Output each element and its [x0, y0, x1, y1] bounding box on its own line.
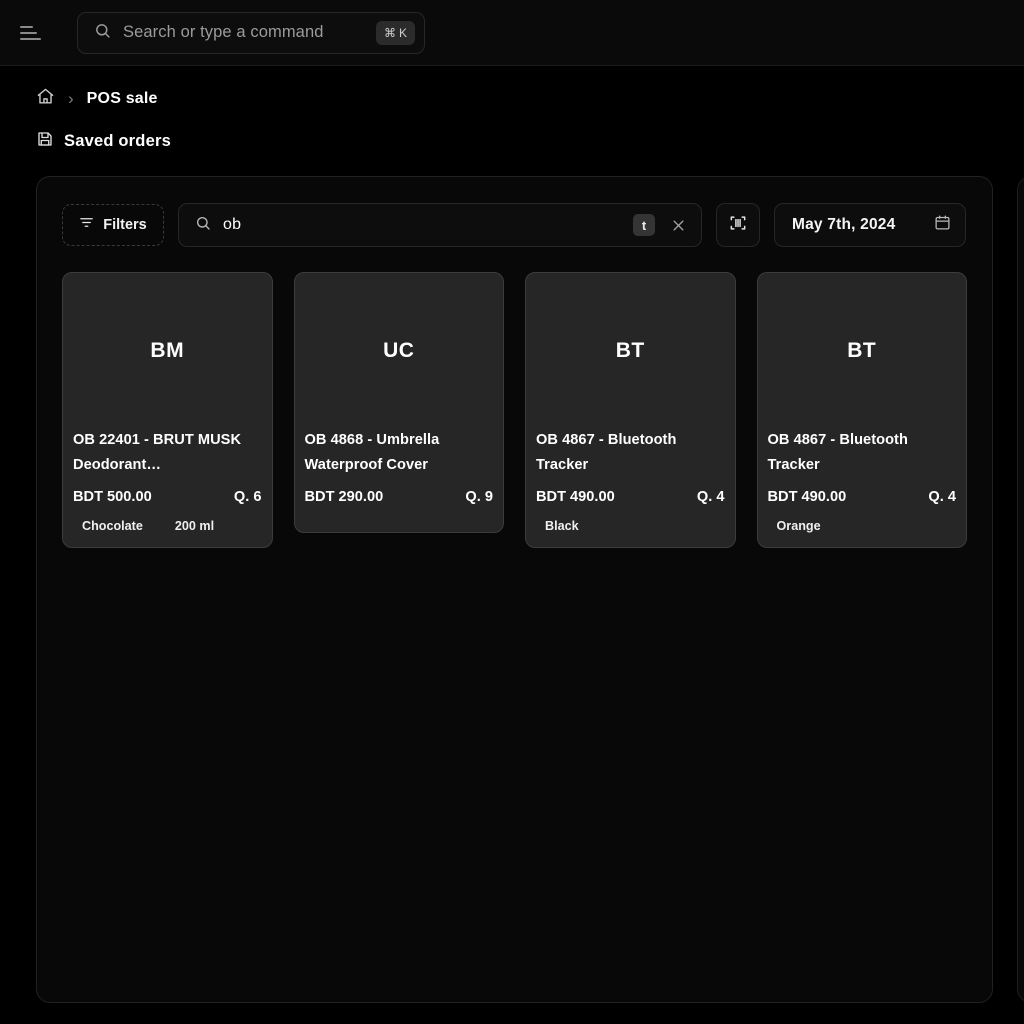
panel-toolbar: Filters ob t May 7th, 2024 — [62, 203, 967, 247]
card-body: OB 22401 - BRUT MUSK Deodorant… BDT 500.… — [63, 428, 272, 505]
page-title-label: Saved orders — [64, 131, 171, 150]
card-product-name: OB 4867 - Bluetooth Tracker — [767, 432, 908, 474]
command-key-letter: K — [398, 25, 407, 40]
search-icon — [94, 22, 111, 44]
date-picker[interactable]: May 7th, 2024 — [774, 203, 966, 247]
card-initials: BT — [615, 338, 645, 362]
card-body: OB 4867 - Bluetooth Tracker BDT 490.00 Q… — [758, 428, 967, 505]
hamburger-line-3 — [20, 37, 41, 40]
top-bar: Search or type a command ⌘ K — [0, 0, 1024, 66]
home-icon[interactable] — [36, 87, 55, 111]
card-meta: BDT 290.00 Q. 9 — [305, 489, 494, 505]
card-variants: Orange — [758, 505, 967, 547]
saved-orders-panel: Filters ob t May 7th, 2024 BM OB 22401 -… — [36, 176, 993, 1003]
card-variant: Orange — [776, 519, 821, 534]
saved-order-card[interactable]: BM OB 22401 - BRUT MUSK Deodorant… BDT 5… — [62, 272, 273, 549]
card-body: OB 4868 - Umbrella Waterproof Cover BDT … — [295, 428, 504, 505]
command-key-symbol: ⌘ — [383, 25, 396, 40]
card-initials: UC — [383, 338, 415, 362]
saved-order-card[interactable]: BT OB 4867 - Bluetooth Tracker BDT 490.0… — [525, 272, 736, 549]
card-quantity: Q. 4 — [928, 489, 956, 506]
card-price: BDT 500.00 — [73, 489, 152, 506]
card-variant: 200 ml — [174, 519, 215, 534]
card-price: BDT 490.00 — [767, 489, 847, 506]
command-search-input[interactable]: Search or type a command ⌘ K — [77, 11, 425, 54]
filter-icon — [79, 215, 94, 235]
filters-button[interactable]: Filters — [62, 204, 164, 246]
card-initials: BM — [150, 338, 185, 362]
command-shortcut-badge: ⌘ K — [375, 20, 415, 45]
barcode-scanner-icon — [728, 213, 748, 238]
date-picker-value: May 7th, 2024 — [792, 216, 896, 233]
card-variants: Chocolate 200 ml — [63, 505, 272, 547]
close-icon[interactable] — [667, 214, 689, 236]
card-variant: Chocolate — [82, 519, 143, 534]
card-quantity: Q. 6 — [233, 489, 262, 506]
filters-button-label: Filters — [103, 217, 147, 233]
hamburger-line-2 — [20, 31, 37, 34]
hamburger-icon[interactable] — [20, 17, 52, 49]
product-search-value: ob — [223, 216, 242, 233]
card-price: BDT 290.00 — [304, 489, 384, 506]
card-meta: BDT 490.00 Q. 4 — [536, 489, 725, 505]
card-initials: BT — [847, 338, 877, 362]
card-meta: BDT 500.00 Q. 6 — [73, 489, 262, 505]
card-variants — [295, 505, 504, 521]
secondary-panel — [1017, 176, 1024, 1003]
breadcrumb: › POS sale — [0, 66, 1024, 110]
page-title: Saved orders — [0, 128, 1024, 154]
hamburger-line-1 — [20, 25, 33, 28]
breadcrumb-separator: › — [68, 89, 74, 108]
card-variant: Black — [545, 519, 579, 534]
breadcrumb-current: POS sale — [86, 90, 158, 107]
card-bottom-spacer — [295, 521, 504, 532]
card-product-name: OB 4867 - Bluetooth Tracker — [536, 432, 677, 474]
card-price: BDT 490.00 — [536, 489, 615, 506]
card-product-name: OB 22401 - BRUT MUSK Deodorant… — [73, 432, 242, 474]
card-meta: BDT 490.00 Q. 4 — [768, 489, 957, 505]
search-shortcut-badge[interactable]: t — [633, 214, 655, 236]
saved-order-card[interactable]: UC OB 4868 - Umbrella Waterproof Cover B… — [293, 272, 504, 534]
saved-order-card[interactable]: BT OB 4867 - Bluetooth Tracker BDT 490.0… — [756, 272, 967, 549]
product-search-input[interactable]: ob t — [178, 203, 702, 247]
card-body: OB 4867 - Bluetooth Tracker BDT 490.00 Q… — [526, 428, 735, 505]
save-icon — [36, 130, 54, 153]
card-quantity: Q. 4 — [696, 489, 725, 506]
calendar-icon — [934, 214, 951, 236]
command-search-placeholder: Search or type a command — [123, 23, 324, 41]
card-product-name: OB 4868 - Umbrella Waterproof Cover — [304, 432, 440, 474]
card-quantity: Q. 9 — [465, 489, 493, 506]
content-area: Filters ob t May 7th, 2024 BM OB 22401 -… — [0, 154, 1024, 1003]
card-variants: Black — [526, 505, 735, 547]
search-icon — [195, 215, 211, 236]
saved-orders-grid: BM OB 22401 - BRUT MUSK Deodorant… BDT 5… — [62, 272, 967, 549]
barcode-scanner-button[interactable] — [716, 203, 760, 247]
